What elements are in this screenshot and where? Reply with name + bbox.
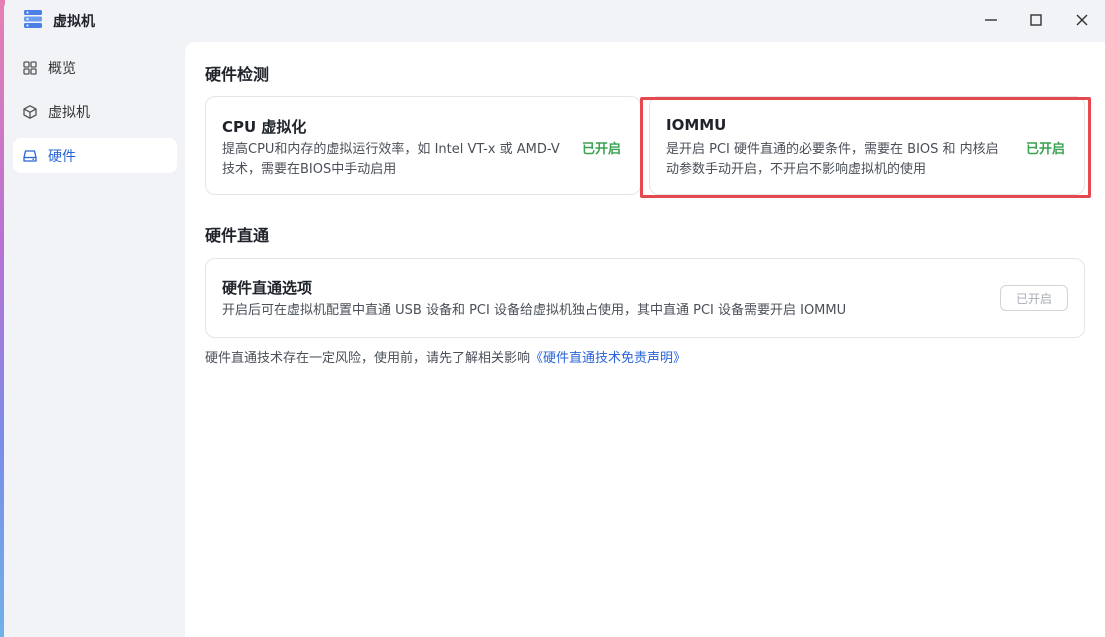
status-badge: 已开启 [582,142,622,157]
grid-icon [22,60,38,76]
window-title: 虚拟机 [53,14,95,30]
risk-note-text: 硬件直通技术存在一定风险，使用前，请先了解相关影响 [205,351,531,366]
section-title-passthrough: 硬件直通 [205,226,270,245]
passthrough-option-card: 硬件直通选项 开启后可在虚拟机配置中直通 USB 设备和 PCI 设备给虚拟机独… [205,258,1085,338]
card-description: 开启后可在虚拟机配置中直通 USB 设备和 PCI 设备给虚拟机独占使用，其中直… [222,303,847,318]
minimize-icon [985,19,997,21]
status-badge: 已开启 [1026,142,1066,157]
main-content: 硬件检测 CPU 虚拟化 提高CPU和内存的虚拟运行效率，如 Intel VT-… [185,42,1105,637]
drive-icon [22,148,38,164]
app-window: 虚拟机 概览 虚拟机 硬件 硬件检测 CPU 虚拟化 提高CPU和内存的虚拟运行… [4,0,1105,637]
card-description-line: 技术，需要在BIOS中手动启用 [222,162,397,177]
maximize-button[interactable] [1024,9,1048,31]
iommu-card: IOMMU 是开启 PCI 硬件直通的必要条件，需要在 BIOS 和 内核启 动… [649,96,1085,195]
card-title: 硬件直通选项 [222,279,313,297]
card-description: 是开启 PCI 硬件直通的必要条件，需要在 BIOS 和 内核启 动参数手动开启… [666,140,999,180]
maximize-icon [1030,14,1042,26]
card-description-line: 提高CPU和内存的虚拟运行效率，如 Intel VT-x 或 AMD-V [222,142,560,157]
card-description-line: 动参数手动开启，不开启不影响虚拟机的使用 [666,162,927,177]
card-description: 提高CPU和内存的虚拟运行效率，如 Intel VT-x 或 AMD-V 技术，… [222,140,560,180]
sidebar-item-label: 硬件 [48,148,76,165]
sidebar-item-label: 概览 [48,60,76,77]
card-title: IOMMU [666,116,727,134]
passthrough-toggle-button[interactable]: 已开启 [1000,285,1068,311]
cube-icon [22,104,38,120]
close-icon [1076,14,1088,26]
sidebar-item-label: 虚拟机 [48,104,90,121]
card-title: CPU 虚拟化 [222,118,307,136]
server-stack-icon [22,8,44,30]
close-button[interactable] [1070,9,1094,31]
sidebar-item-overview[interactable]: 概览 [13,50,177,85]
sidebar: 概览 虚拟机 硬件 [4,42,185,637]
cpu-virtualization-card: CPU 虚拟化 提高CPU和内存的虚拟运行效率，如 Intel VT-x 或 A… [205,96,641,195]
sidebar-item-hardware[interactable]: 硬件 [13,138,177,173]
section-title-detection: 硬件检测 [205,65,270,84]
title-bar: 虚拟机 [4,0,1105,42]
risk-note: 硬件直通技术存在一定风险，使用前，请先了解相关影响《硬件直通技术免责声明》 [205,347,686,366]
minimize-button[interactable] [979,9,1003,31]
disclaimer-link[interactable]: 《硬件直通技术免责声明》 [530,351,686,366]
sidebar-item-vm[interactable]: 虚拟机 [13,94,177,129]
card-description-line: 是开启 PCI 硬件直通的必要条件，需要在 BIOS 和 内核启 [666,142,999,157]
